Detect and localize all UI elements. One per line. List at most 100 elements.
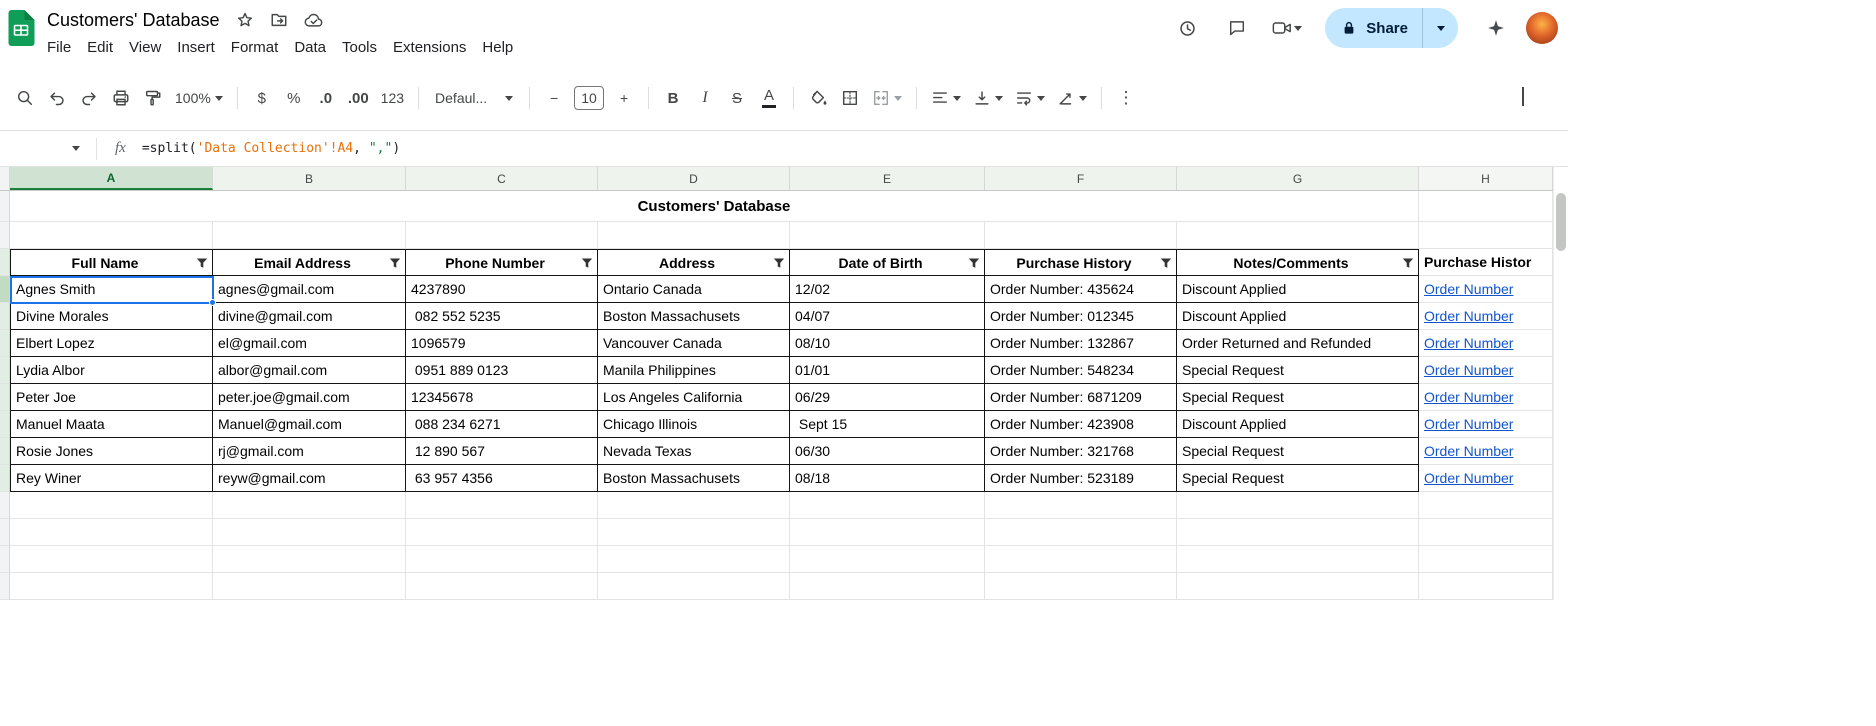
cell[interactable] (790, 492, 985, 519)
table-header-cell[interactable]: Email Address (213, 249, 406, 276)
row-header[interactable] (0, 222, 10, 249)
cell[interactable] (1177, 546, 1419, 573)
row-header[interactable] (0, 438, 10, 465)
cell[interactable] (10, 492, 213, 519)
cell[interactable]: 63 957 4356 (406, 465, 598, 492)
cell[interactable] (1177, 573, 1419, 600)
cell[interactable]: Order Number: 548234 (985, 357, 1177, 384)
cell[interactable] (10, 573, 213, 600)
cell[interactable]: 06/30 (790, 438, 985, 465)
cell[interactable]: 01/01 (790, 357, 985, 384)
decrease-decimal-button[interactable]: .0 (311, 84, 341, 112)
cell[interactable]: Elbert Lopez (10, 330, 213, 357)
cell[interactable]: el@gmail.com (213, 330, 406, 357)
cell[interactable] (1419, 573, 1553, 600)
cell[interactable]: Manila Philippines (598, 357, 790, 384)
menu-tools[interactable]: Tools (334, 36, 385, 59)
cell[interactable]: Divine Morales (10, 303, 213, 330)
column-header-F[interactable]: F (985, 167, 1177, 190)
cell[interactable]: Order Returned and Refunded (1177, 330, 1419, 357)
cell[interactable] (213, 519, 406, 546)
cell[interactable]: divine@gmail.com (213, 303, 406, 330)
link-cell[interactable]: Order Number (1419, 411, 1553, 438)
row-header[interactable] (0, 411, 10, 438)
cell[interactable]: Lydia Albor (10, 357, 213, 384)
cell[interactable] (1419, 222, 1553, 249)
merge-cells-button[interactable] (867, 84, 907, 112)
table-header-cell[interactable]: Date of Birth (790, 249, 985, 276)
cell[interactable]: Discount Applied (1177, 276, 1419, 303)
order-number-link[interactable]: Order Number (1424, 308, 1513, 324)
format-currency-button[interactable]: $ (247, 84, 277, 112)
link-cell[interactable]: Order Number (1419, 303, 1553, 330)
cell[interactable] (1177, 492, 1419, 519)
cell[interactable] (598, 492, 790, 519)
paint-format-button[interactable] (138, 84, 168, 112)
cell[interactable]: 1096579 (406, 330, 598, 357)
cell[interactable]: Chicago Illinois (598, 411, 790, 438)
cell[interactable] (598, 573, 790, 600)
increase-font-size-button[interactable]: + (609, 84, 639, 112)
cell[interactable] (406, 546, 598, 573)
cell[interactable] (1177, 222, 1419, 249)
cell[interactable]: Los Angeles California (598, 384, 790, 411)
cell[interactable] (598, 519, 790, 546)
cell[interactable] (406, 519, 598, 546)
order-number-link[interactable]: Order Number (1424, 443, 1513, 459)
cell[interactable]: Discount Applied (1177, 411, 1419, 438)
cell[interactable]: Agnes Smith (10, 276, 213, 303)
cell[interactable] (1419, 519, 1553, 546)
cell[interactable] (406, 222, 598, 249)
name-box[interactable] (0, 131, 96, 166)
column-header-H[interactable]: H (1419, 167, 1553, 190)
cell[interactable]: Order Number: 132867 (985, 330, 1177, 357)
menu-help[interactable]: Help (474, 36, 521, 59)
cell[interactable]: peter.joe@gmail.com (213, 384, 406, 411)
cell[interactable]: 12/02 (790, 276, 985, 303)
cell[interactable]: 08/18 (790, 465, 985, 492)
gemini-button[interactable] (1476, 8, 1516, 48)
increase-decimal-button[interactable]: .00 (343, 84, 374, 112)
format-percent-button[interactable]: % (279, 84, 309, 112)
star-icon[interactable] (236, 11, 254, 29)
table-header-cell[interactable]: Notes/Comments (1177, 249, 1419, 276)
column-header-G[interactable]: G (1177, 167, 1419, 190)
account-avatar[interactable] (1526, 12, 1558, 44)
cell[interactable] (598, 546, 790, 573)
move-folder-icon[interactable] (270, 11, 288, 29)
text-color-button[interactable]: A (754, 84, 784, 112)
sheets-logo[interactable] (8, 10, 35, 46)
cell[interactable]: Manuel Maata (10, 411, 213, 438)
row-header[interactable] (0, 249, 10, 276)
cell[interactable]: rj@gmail.com (213, 438, 406, 465)
cell[interactable]: Vancouver Canada (598, 330, 790, 357)
strikethrough-button[interactable]: S (722, 84, 752, 112)
cell[interactable] (790, 222, 985, 249)
link-cell[interactable]: Order Number (1419, 276, 1553, 303)
filter-icon[interactable] (1160, 257, 1172, 268)
cell[interactable]: Peter Joe (10, 384, 213, 411)
link-cell[interactable]: Order Number (1419, 465, 1553, 492)
column-header-C[interactable]: C (406, 167, 598, 190)
cell[interactable] (213, 492, 406, 519)
row-header[interactable] (0, 191, 10, 222)
link-cell[interactable]: Order Number (1419, 438, 1553, 465)
menu-extensions[interactable]: Extensions (385, 36, 474, 59)
menu-file[interactable]: File (39, 36, 79, 59)
scrollbar-thumb[interactable] (1556, 193, 1566, 251)
menu-edit[interactable]: Edit (79, 36, 121, 59)
cell[interactable]: 08/10 (790, 330, 985, 357)
cell[interactable]: Order Number: 435624 (985, 276, 1177, 303)
cell[interactable]: Manuel@gmail.com (213, 411, 406, 438)
row-header[interactable] (0, 384, 10, 411)
order-number-link[interactable]: Order Number (1424, 416, 1513, 432)
cell[interactable] (598, 222, 790, 249)
cell[interactable] (1419, 191, 1553, 222)
table-header-cell[interactable]: Full Name (10, 249, 213, 276)
column-header-A[interactable]: A (10, 167, 213, 190)
cell[interactable]: 04/07 (790, 303, 985, 330)
decrease-font-size-button[interactable]: − (539, 84, 569, 112)
column-header-D[interactable]: D (598, 167, 790, 190)
row-header[interactable] (0, 357, 10, 384)
horizontal-align-button[interactable] (926, 84, 966, 112)
